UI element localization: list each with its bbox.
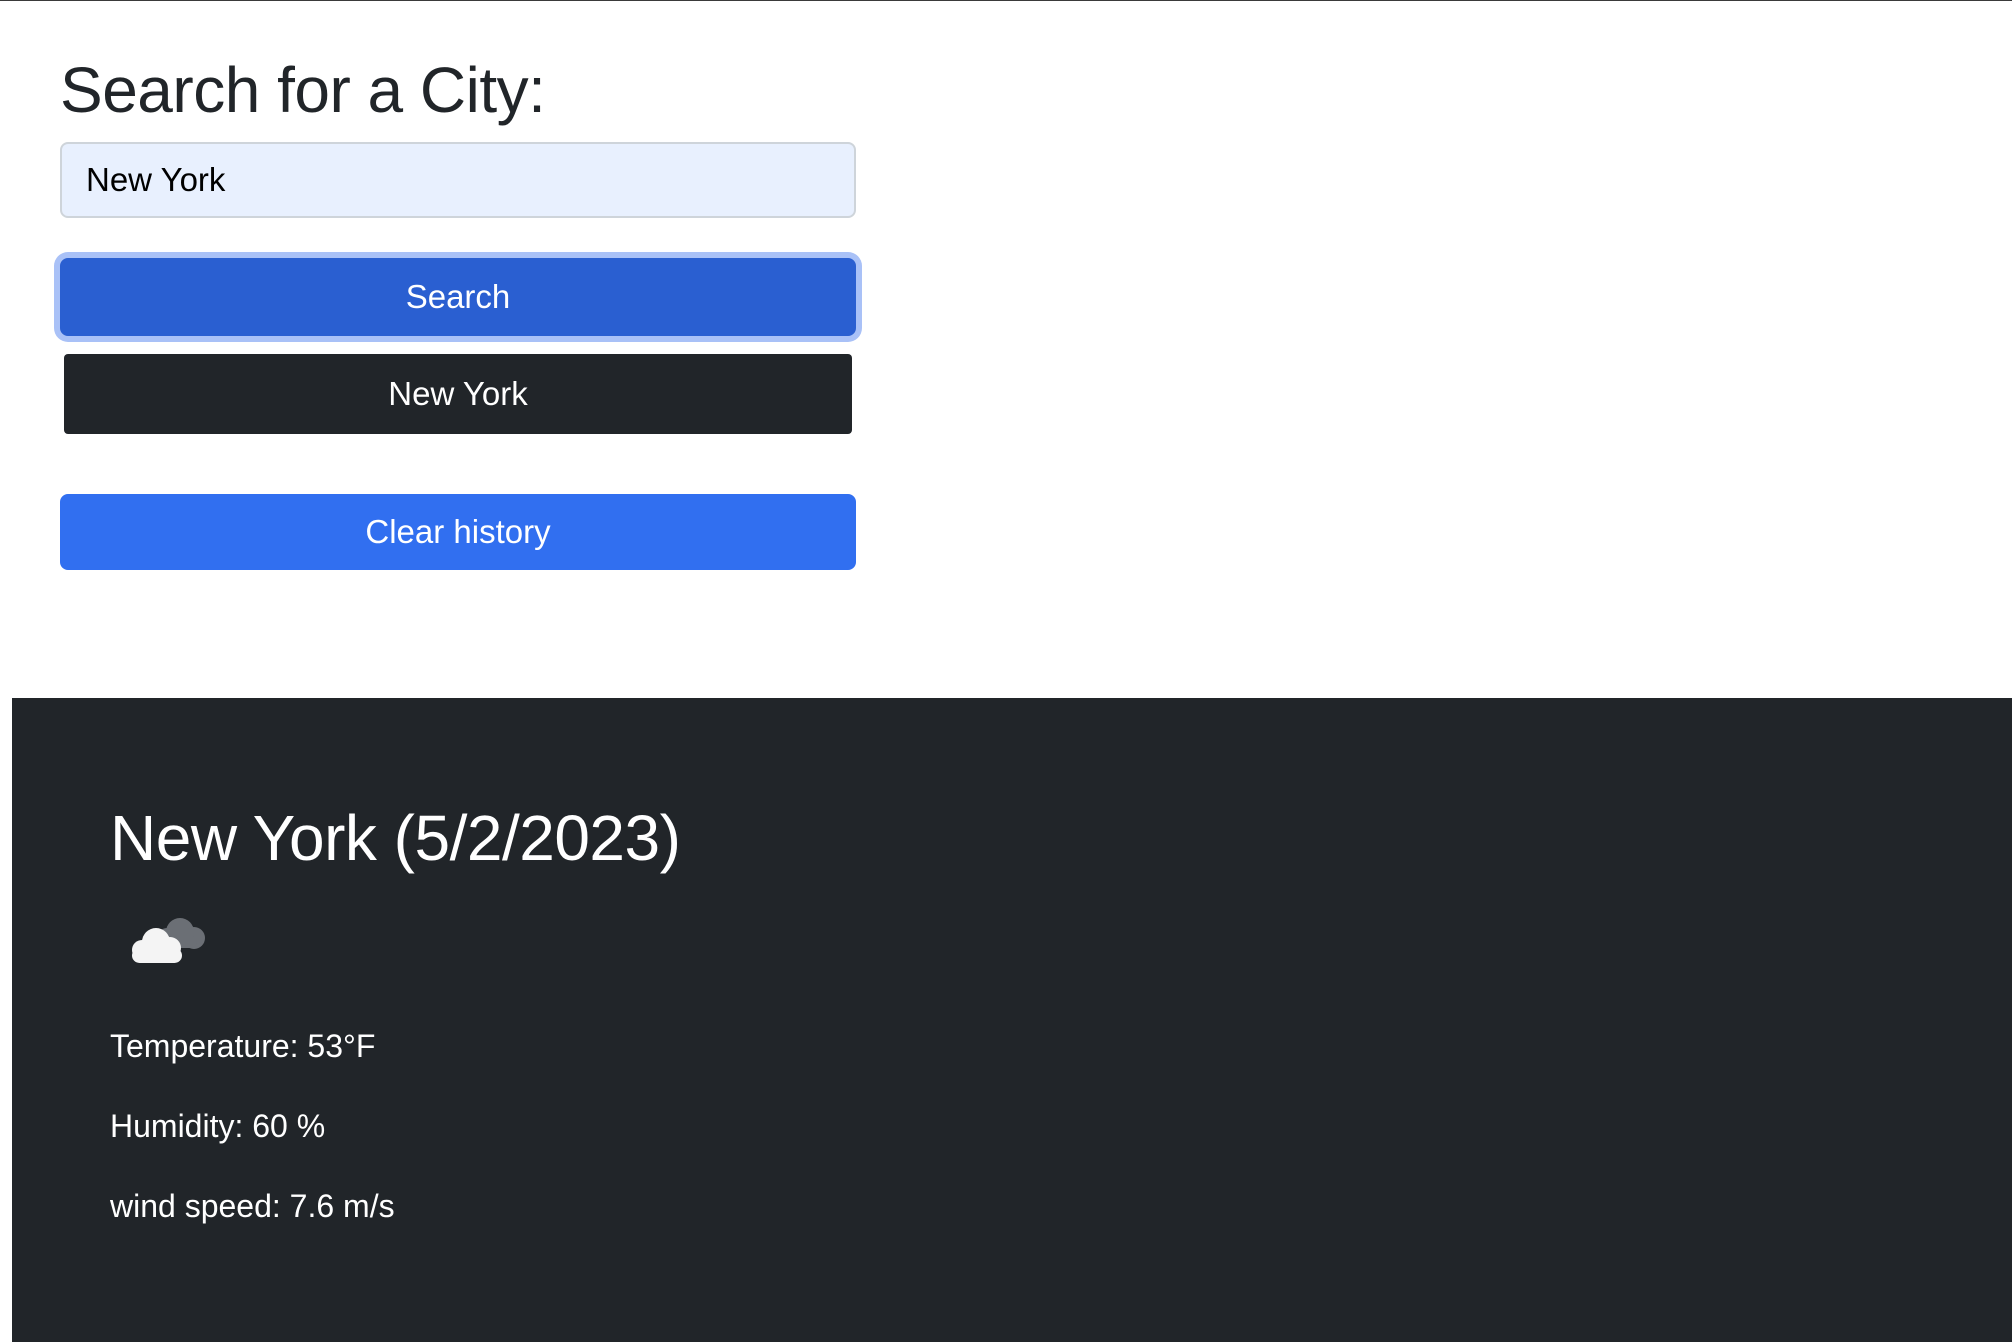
wind-speed-text: wind speed: 7.6 m/s xyxy=(110,1188,395,1224)
window-top-border xyxy=(0,0,2012,1)
temperature-text: Temperature: 53°F xyxy=(110,1028,376,1064)
search-button[interactable]: Search xyxy=(60,258,856,336)
history-item-new-york[interactable]: New York xyxy=(64,354,852,434)
humidity-text: Humidity: 60 % xyxy=(110,1108,326,1144)
search-title: Search for a City: xyxy=(60,54,546,126)
city-search-input[interactable] xyxy=(60,142,856,218)
clear-history-button[interactable]: Clear history xyxy=(60,494,856,570)
weather-city-date-heading: New York (5/2/2023) xyxy=(110,802,681,874)
current-weather-panel: New York (5/2/2023) Temperature: 53°F Hu… xyxy=(12,698,2012,1342)
cloud-icon xyxy=(122,908,222,978)
